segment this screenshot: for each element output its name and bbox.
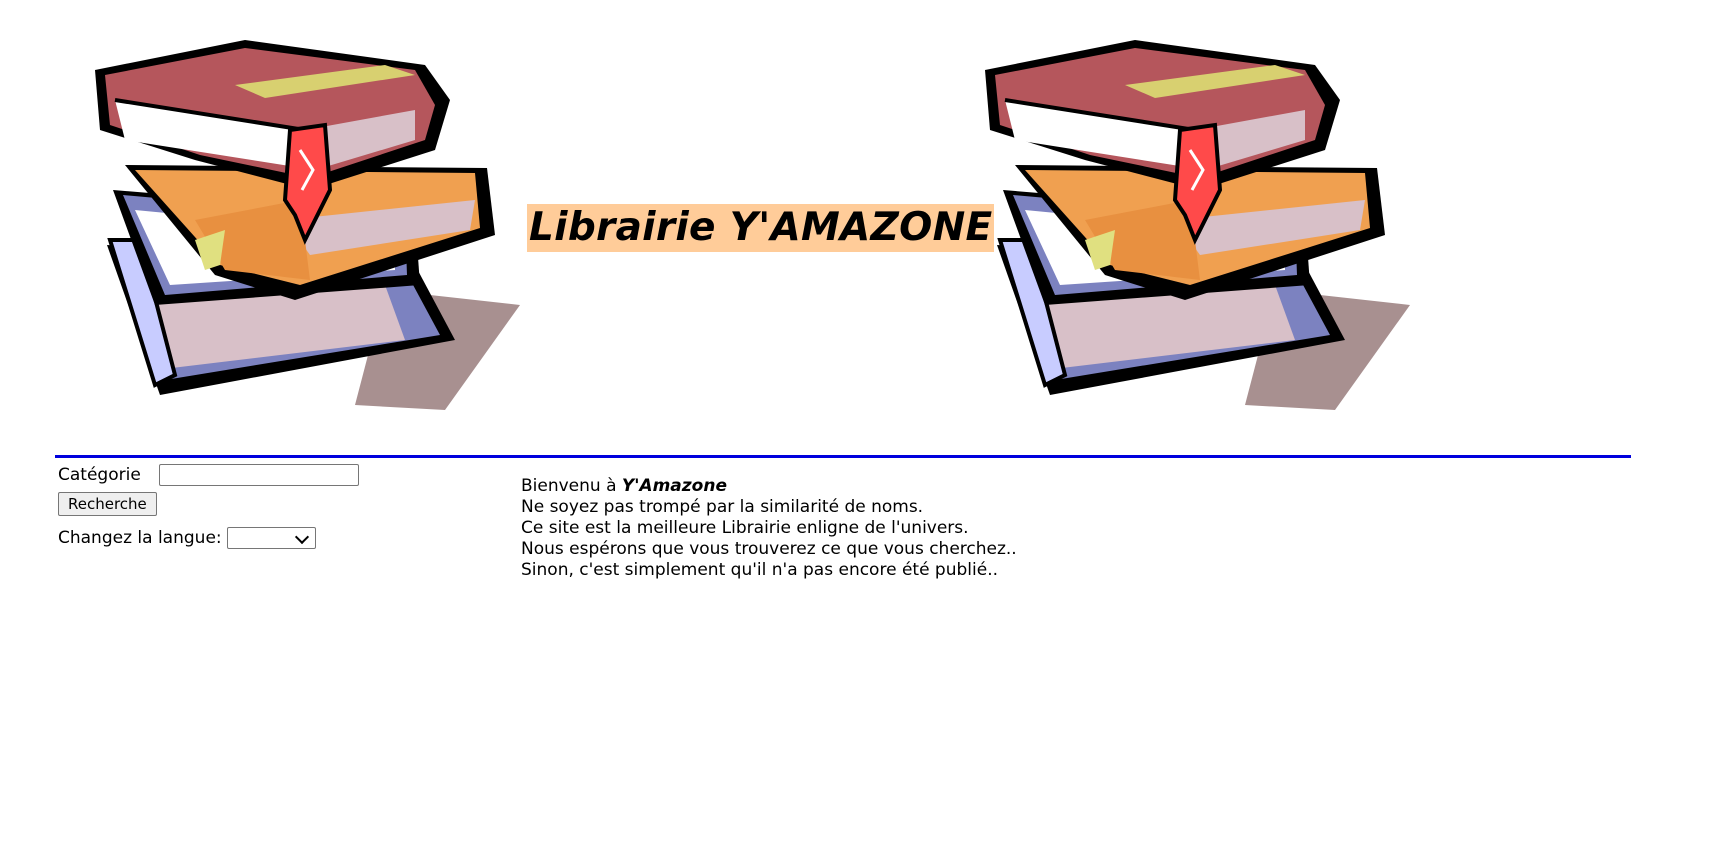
language-select[interactable] — [226, 527, 316, 549]
welcome-line-1: Bienvenu à Y'Amazone — [521, 476, 1017, 497]
book-stack-image-left — [95, 40, 521, 410]
language-label: Changez la langue: — [58, 528, 222, 548]
welcome-line-4: Nous espérons que vous trouverez ce que … — [521, 539, 1017, 559]
category-row: Catégorie — [58, 462, 359, 488]
language-row: Changez la langue: — [58, 526, 359, 550]
welcome-line-3: Ce site est la meilleure Librairie enlig… — [521, 518, 969, 538]
category-label: Catégorie — [58, 465, 141, 485]
brand-name: Y'Amazone — [621, 476, 727, 496]
book-stack-image-right — [985, 40, 1411, 410]
welcome-intro: Bienvenu à — [521, 476, 622, 496]
welcome-line-2: Ne soyez pas trompé par la similarité de… — [521, 497, 924, 517]
page-title: Librairie Y'AMAZONE — [527, 204, 995, 252]
chevron-down-icon — [294, 529, 309, 545]
welcome-line-5: Sinon, c'est simplement qu'il n'a pas en… — [521, 560, 998, 580]
welcome-message: Bienvenu à Y'Amazone Ne soyez pas trompé… — [521, 476, 1017, 581]
category-input[interactable] — [158, 464, 359, 486]
header-divider — [55, 455, 1631, 458]
search-sidebar: Catégorie Recherche Changez la langue: — [58, 462, 359, 550]
search-button[interactable]: Recherche — [58, 492, 157, 516]
